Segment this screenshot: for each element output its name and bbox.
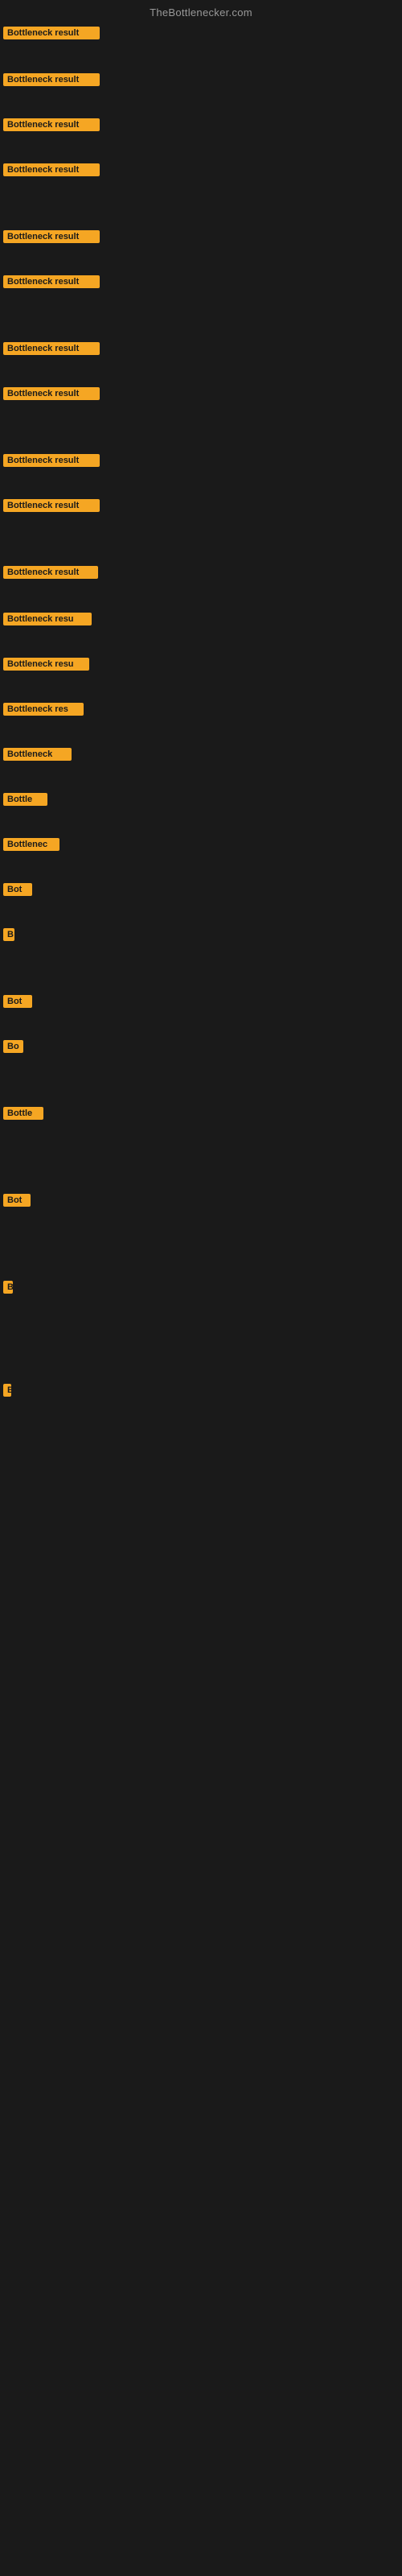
bottleneck-result-badge: Bottleneck result	[3, 163, 100, 176]
list-item: Bottle	[0, 1102, 402, 1125]
list-item: Bot	[0, 990, 402, 1013]
list-item: Bottleneck result	[0, 382, 402, 405]
bottleneck-result-badge: Bottleneck result	[3, 230, 100, 243]
list-item: Bottleneck resu	[0, 608, 402, 630]
list-item: Bottlenec	[0, 833, 402, 856]
list-item: Bot	[0, 1189, 402, 1212]
bottleneck-result-badge: Bot	[3, 995, 32, 1008]
bottleneck-result-badge: Bottlenec	[3, 838, 59, 851]
list-item: Bottleneck result	[0, 337, 402, 360]
list-item: B	[0, 1379, 402, 1402]
bottleneck-result-badge: Bottleneck result	[3, 387, 100, 400]
list-item: Bottleneck result	[0, 114, 402, 136]
list-item: B	[0, 1276, 402, 1298]
bottleneck-result-badge: Bottleneck result	[3, 342, 100, 355]
bottleneck-result-badge: Bottleneck result	[3, 275, 100, 288]
list-item: Bottleneck result	[0, 159, 402, 181]
list-item: Bottleneck result	[0, 68, 402, 91]
bottleneck-result-badge: B	[3, 1281, 13, 1294]
bottleneck-result-badge: Bot	[3, 1194, 31, 1207]
bottleneck-result-badge: Bottleneck result	[3, 73, 100, 86]
bottleneck-result-badge: B	[3, 1384, 11, 1397]
list-item: Bottleneck result	[0, 22, 402, 44]
bottleneck-result-badge: Bottleneck result	[3, 118, 100, 131]
list-item: Bottleneck resu	[0, 653, 402, 675]
list-item: Bottleneck result	[0, 494, 402, 517]
list-item: Bo	[0, 1035, 402, 1058]
list-item: Bottleneck result	[0, 449, 402, 472]
list-item: Bottleneck result	[0, 561, 402, 584]
list-item: Bot	[0, 878, 402, 901]
bottleneck-result-badge: Bottleneck result	[3, 566, 98, 579]
list-item: Bottleneck result	[0, 225, 402, 248]
bottleneck-result-badge: Bottleneck	[3, 748, 72, 761]
list-item: Bottleneck	[0, 743, 402, 766]
bottleneck-result-badge: Bot	[3, 883, 32, 896]
list-item: Bottle	[0, 788, 402, 811]
bottleneck-result-badge: Bottleneck resu	[3, 613, 92, 625]
bottleneck-result-badge: Bo	[3, 1040, 23, 1053]
list-item: Bottleneck result	[0, 270, 402, 293]
bottleneck-result-badge: Bottleneck res	[3, 703, 84, 716]
bottleneck-result-badge: Bottle	[3, 793, 47, 806]
bottleneck-result-badge: Bottleneck result	[3, 454, 100, 467]
bottleneck-result-badge: Bottle	[3, 1107, 43, 1120]
bottleneck-result-badge: Bottleneck result	[3, 499, 100, 512]
bottleneck-result-badge: Bottleneck result	[3, 27, 100, 39]
list-item: Bottleneck res	[0, 698, 402, 720]
site-title: TheBottlenecker.com	[0, 0, 402, 22]
list-item: B	[0, 923, 402, 946]
bottleneck-result-badge: Bottleneck resu	[3, 658, 89, 671]
bottleneck-result-badge: B	[3, 928, 14, 941]
